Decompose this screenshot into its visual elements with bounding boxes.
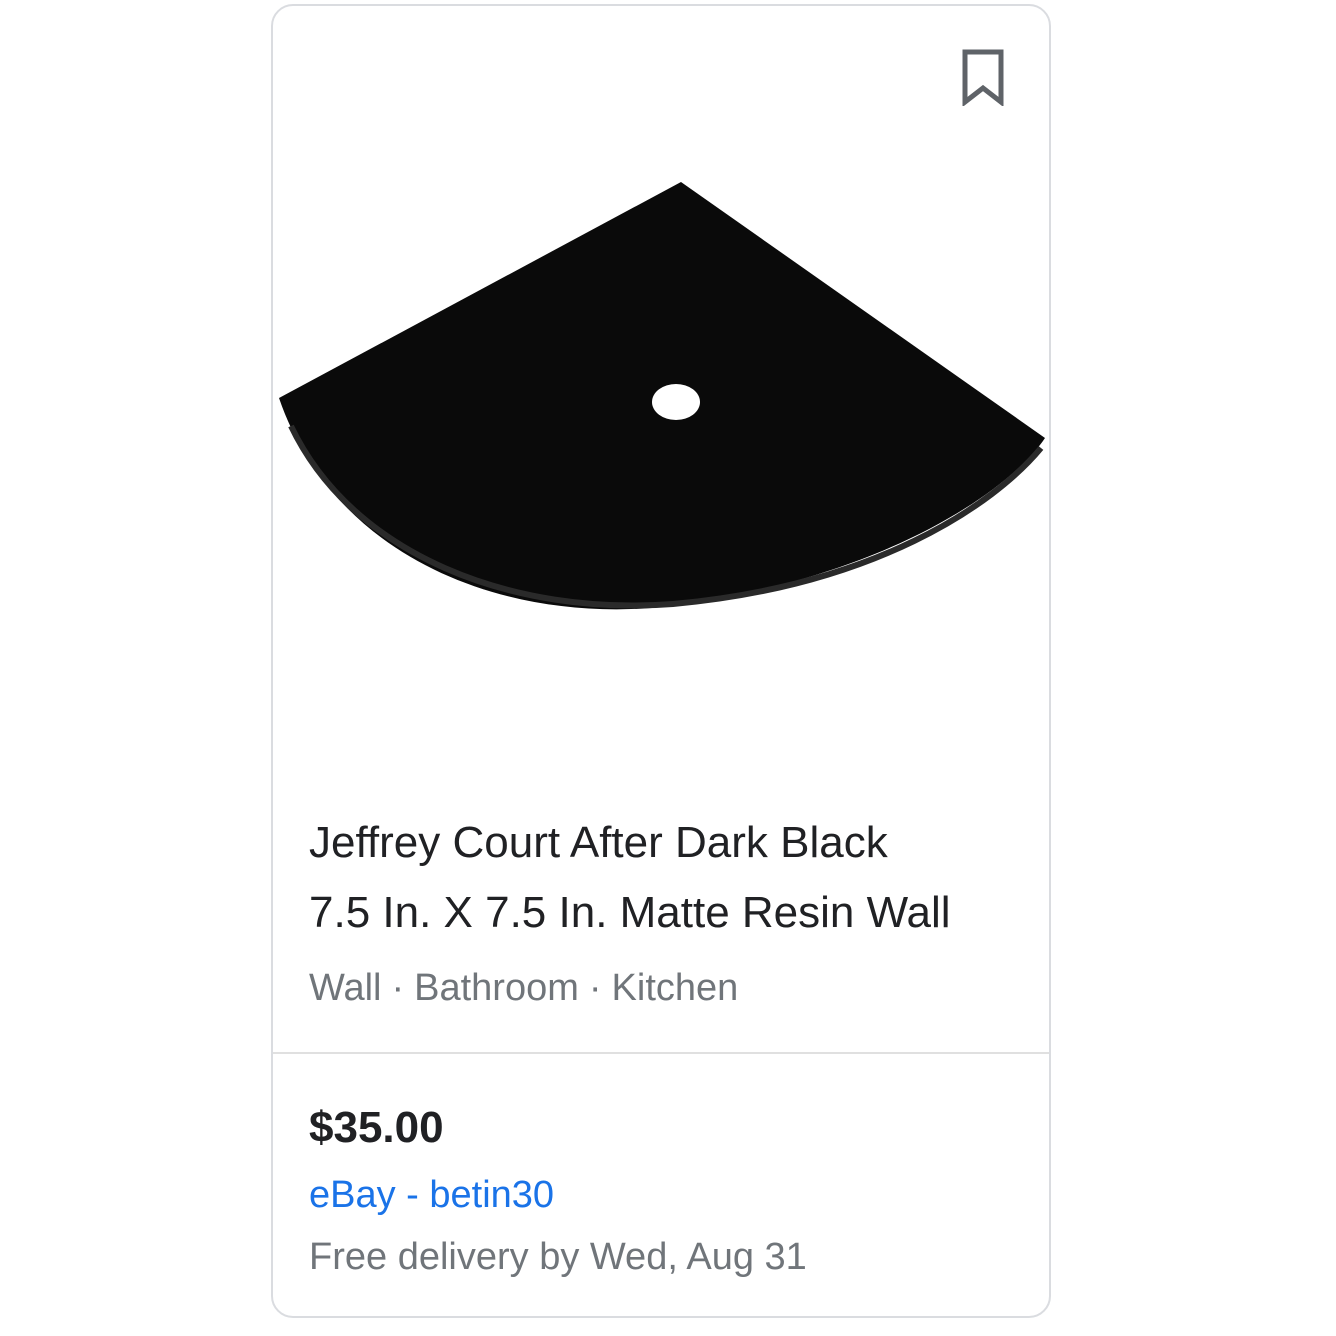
product-tags: Wall · Bathroom · Kitchen	[309, 962, 738, 1014]
tag-kitchen: Kitchen	[611, 967, 739, 1009]
delivery-info: Free delivery by Wed, Aug 31	[309, 1236, 807, 1278]
product-price: $35.00	[309, 1103, 444, 1152]
tag-bathroom: Bathroom	[414, 967, 579, 1009]
tag-separator: ·	[588, 967, 602, 1009]
card-divider	[273, 1052, 1049, 1054]
product-card[interactable]: Jeffrey Court After Dark Black 7.5 In. X…	[271, 4, 1051, 1318]
product-title[interactable]: Jeffrey Court After Dark Black 7.5 In. X…	[309, 808, 1009, 948]
tag-separator: ·	[391, 967, 405, 1009]
product-title-line-2: 7.5 In. X 7.5 In. Matte Resin Wall	[309, 888, 951, 937]
product-title-line-1: Jeffrey Court After Dark Black	[309, 818, 888, 867]
shelf-mount-hole	[652, 384, 700, 420]
seller-link[interactable]: eBay - betin30	[309, 1170, 554, 1220]
bookmark-icon[interactable]	[959, 48, 1007, 106]
product-image[interactable]	[273, 156, 1049, 636]
tag-wall: Wall	[309, 967, 382, 1009]
